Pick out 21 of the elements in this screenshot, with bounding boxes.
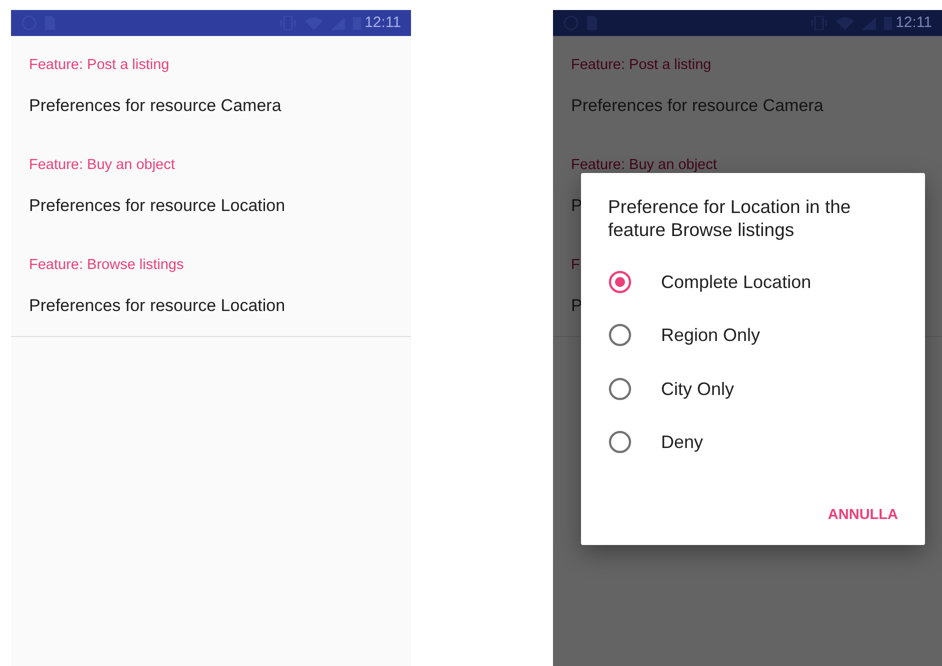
radio-button[interactable] [608,430,632,454]
preference-item[interactable]: Preferences for resource Location [29,294,286,336]
cancel-button[interactable]: ANNULLA [826,505,899,525]
category-header: Feature: Post a listing [571,56,712,75]
dialog-title: Preference for Location in the feature Browse listings [607,195,852,241]
option-label[interactable]: Region Only [661,323,760,348]
preference-item[interactable]: Preferences for resource Camera [29,94,282,136]
status-time: 12:11 [364,14,401,32]
category-header: Feature: Browse listings [29,256,184,275]
radio-button[interactable] [608,376,632,401]
category-header: Feature: Buy an object [29,156,175,175]
option-label[interactable]: Complete Location [661,270,812,294]
radio-button[interactable] [608,323,632,348]
option-label[interactable]: City Only [661,376,734,401]
category-header: Feature: Post a listing [29,56,170,75]
status-time: 12:11 [896,14,932,32]
preference-item[interactable]: Preferences for resource Location [29,194,286,236]
category-header: F [571,256,580,275]
radio-button[interactable] [608,270,632,294]
option-label[interactable]: Deny [661,430,704,454]
category-header: Feature: Buy an object [571,156,717,175]
